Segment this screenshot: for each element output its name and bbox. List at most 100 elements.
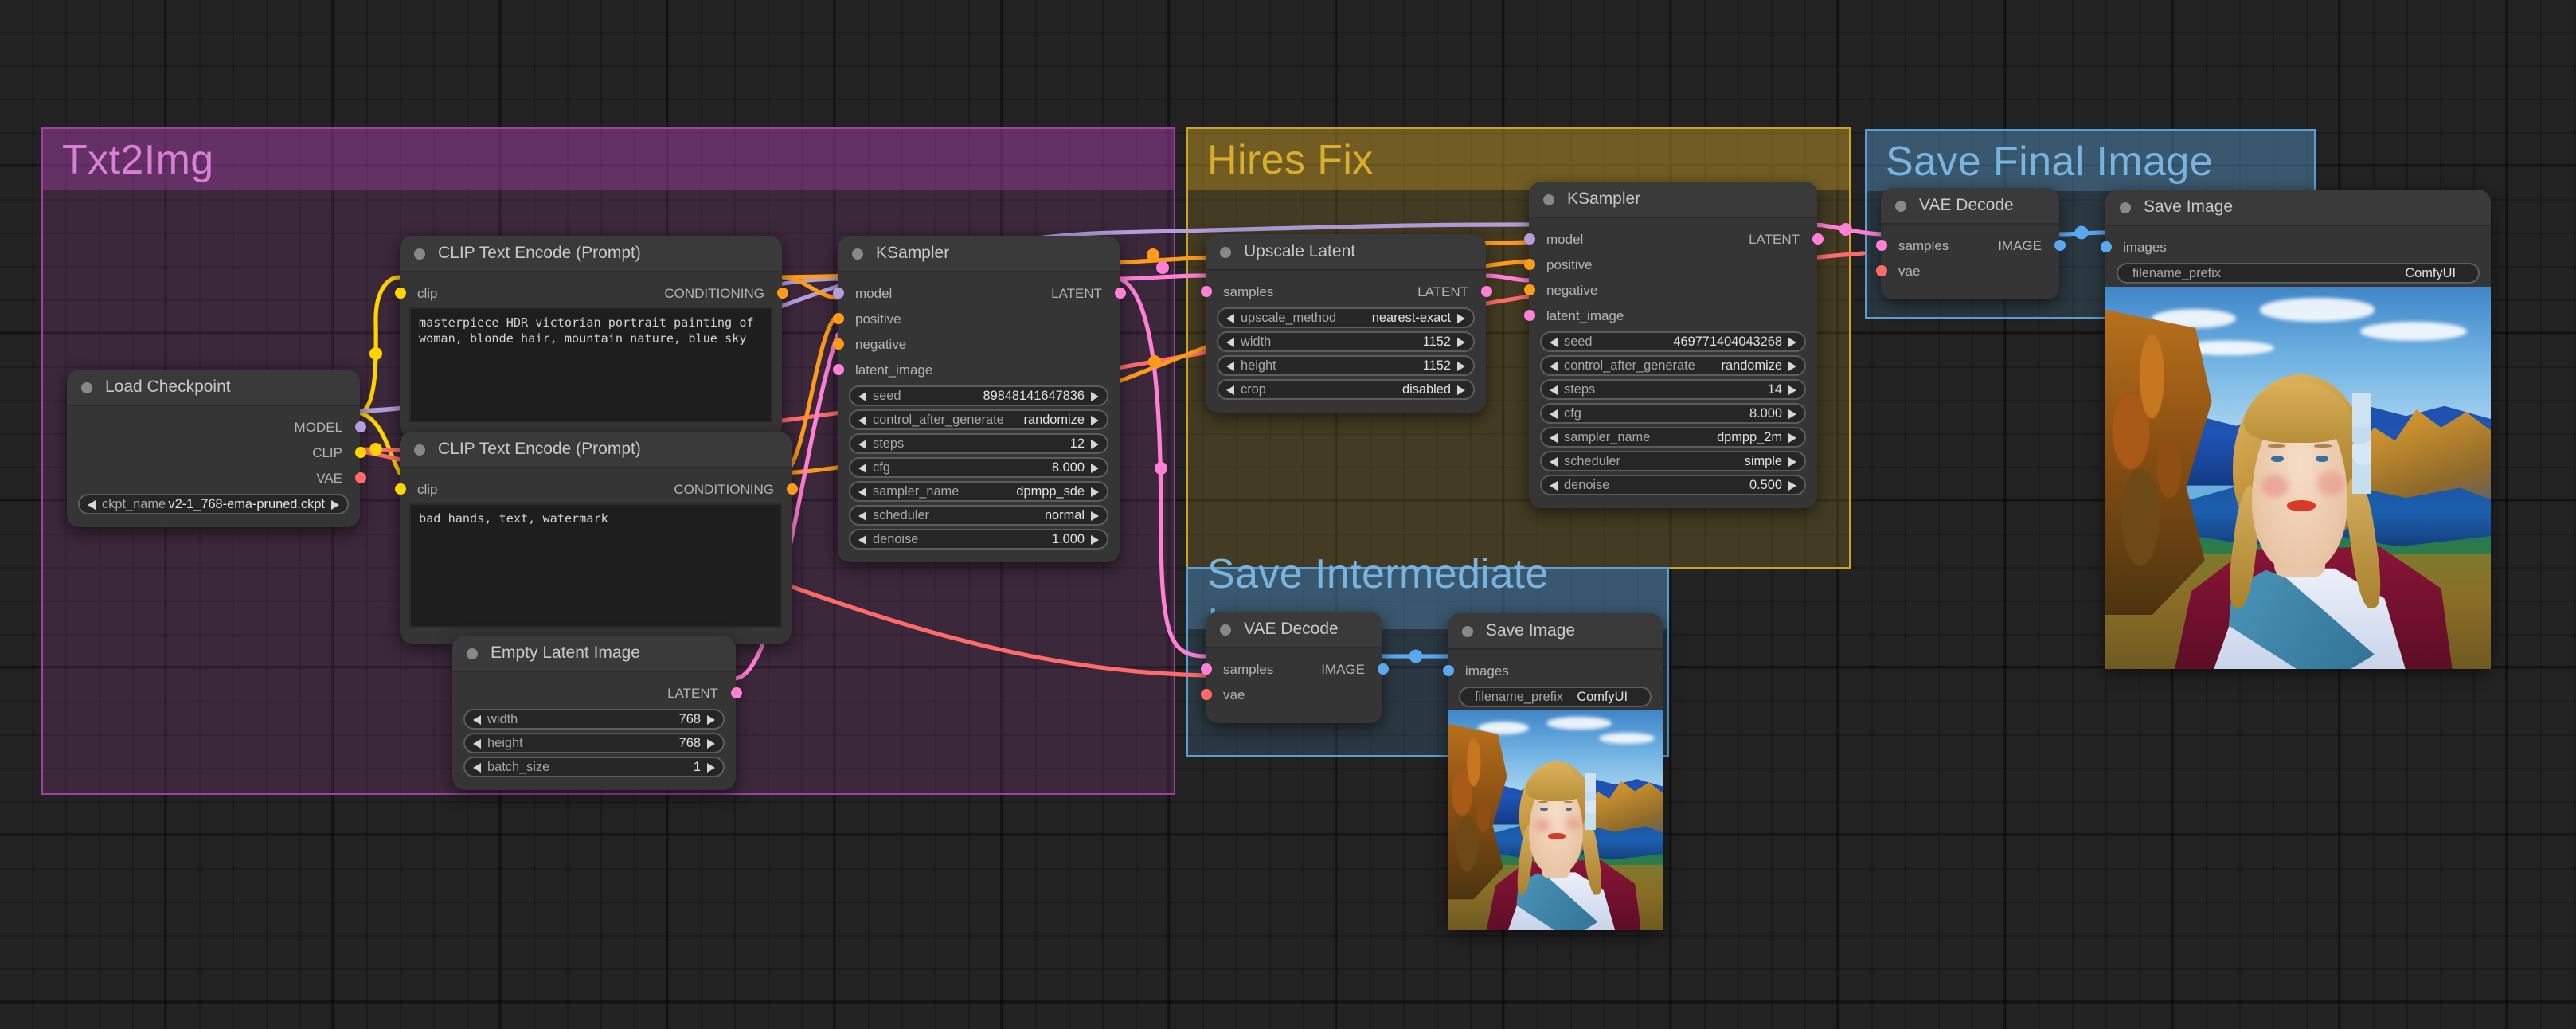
slot-row-model-latent[interactable]: model LATENT [832, 280, 1125, 306]
widget-filename-prefix[interactable]: filename_prefix ComfyUI [2117, 263, 2480, 284]
group-hires-fix-header[interactable]: Hires Fix [1188, 129, 1849, 190]
node-upscale-latent[interactable]: Upscale Latent samples LATENT upscale_me… [1200, 234, 1491, 413]
latent-port-icon[interactable] [832, 364, 843, 375]
increment-arrow-icon[interactable] [1091, 415, 1099, 425]
node-upscale-latent-header[interactable]: Upscale Latent [1206, 234, 1486, 271]
widget-value[interactable]: randomize [1722, 358, 1782, 373]
widget-value[interactable]: dpmpp_sde [1016, 484, 1085, 499]
increment-arrow-icon[interactable] [1788, 409, 1796, 418]
widget-upscale-method[interactable]: upscale_method nearest-exact [1217, 307, 1475, 328]
widget-value[interactable]: 8.000 [1749, 406, 1782, 421]
collapse-dot-icon[interactable] [414, 444, 425, 455]
increment-arrow-icon[interactable] [1091, 463, 1099, 472]
model-port-icon[interactable] [354, 421, 365, 432]
decrement-arrow-icon[interactable] [88, 499, 96, 509]
decrement-arrow-icon[interactable] [473, 762, 481, 772]
widget-value[interactable]: 1152 [1423, 358, 1451, 373]
output-slot-vae[interactable]: VAE [67, 465, 365, 491]
widget-width[interactable]: width 768 [463, 709, 725, 730]
widget-value[interactable]: 12 [1070, 436, 1085, 451]
decrement-arrow-icon[interactable] [1550, 337, 1558, 346]
vae-port-icon[interactable] [1875, 265, 1886, 276]
collapse-dot-icon[interactable] [1220, 624, 1231, 635]
image-preview-intermediate[interactable] [1448, 710, 1663, 930]
node-ksampler-hires-header[interactable]: KSampler [1529, 182, 1817, 218]
input-slot-images[interactable]: images [2100, 234, 2491, 260]
widget-steps[interactable]: steps 14 [1540, 379, 1806, 400]
clip-port-icon[interactable] [394, 483, 405, 495]
decrement-arrow-icon[interactable] [858, 415, 866, 425]
node-ksampler-base-header[interactable]: KSampler [838, 236, 1120, 272]
slot-row-clip-conditioning[interactable]: clip CONDITIONING [394, 280, 788, 306]
widget-seed[interactable]: seed 469771404043268 [1540, 331, 1806, 352]
conditioning-port-icon[interactable] [786, 483, 797, 495]
decrement-arrow-icon[interactable] [1550, 480, 1558, 490]
collapse-dot-icon[interactable] [1462, 625, 1473, 636]
widget-value[interactable]: dpmpp_2m [1717, 430, 1782, 444]
conditioning-port-icon[interactable] [1523, 284, 1534, 295]
widget-cfg[interactable]: cfg 8.000 [1540, 403, 1806, 424]
slot-row-samples-image[interactable]: samples IMAGE [1200, 656, 1388, 682]
increment-arrow-icon[interactable] [1091, 439, 1099, 448]
widget-sampler-name[interactable]: sampler_name dpmpp_2m [1540, 427, 1806, 448]
decrement-arrow-icon[interactable] [858, 463, 866, 472]
decrement-arrow-icon[interactable] [858, 439, 866, 448]
node-empty-latent-header[interactable]: Empty Latent Image [452, 636, 736, 672]
node-clip-negative-header[interactable]: CLIP Text Encode (Prompt) [400, 432, 792, 468]
increment-arrow-icon[interactable] [1788, 385, 1796, 394]
input-slot-positive[interactable]: positive [832, 306, 1120, 331]
input-slot-vae[interactable]: vae [1200, 682, 1382, 707]
node-ksampler-base[interactable]: KSampler model LATENT positive negative … [832, 236, 1125, 562]
increment-arrow-icon[interactable] [1788, 361, 1796, 370]
collapse-dot-icon[interactable] [467, 648, 478, 659]
latent-port-icon[interactable] [1200, 663, 1211, 675]
widget-value[interactable]: ComfyUI [1577, 690, 1628, 704]
collapse-dot-icon[interactable] [1895, 200, 1906, 211]
widget-height[interactable]: height 1152 [1217, 355, 1475, 376]
increment-arrow-icon[interactable] [707, 738, 715, 748]
collapse-dot-icon[interactable] [81, 381, 92, 393]
input-slot-positive[interactable]: positive [1523, 252, 1817, 277]
collapse-dot-icon[interactable] [2120, 201, 2131, 213]
collapse-dot-icon[interactable] [1543, 194, 1554, 205]
latent-port-icon[interactable] [1812, 233, 1823, 245]
widget-sampler-name[interactable]: sampler_name dpmpp_sde [849, 481, 1108, 502]
widget-value[interactable]: 1.000 [1052, 532, 1085, 546]
widget-value[interactable]: randomize [1024, 413, 1085, 427]
increment-arrow-icon[interactable] [707, 714, 715, 724]
decrement-arrow-icon[interactable] [1226, 385, 1234, 394]
conditioning-port-icon[interactable] [1523, 259, 1534, 270]
node-vae-decode-final[interactable]: VAE Decode samples IMAGE vae [1875, 188, 2065, 299]
latent-port-icon[interactable] [1200, 286, 1211, 297]
widget-steps[interactable]: steps 12 [849, 433, 1108, 454]
model-port-icon[interactable] [832, 288, 843, 299]
decrement-arrow-icon[interactable] [1550, 409, 1558, 418]
image-port-icon[interactable] [2054, 240, 2065, 251]
widget-batch-size[interactable]: batch_size 1 [463, 757, 725, 777]
decrement-arrow-icon[interactable] [1550, 456, 1558, 466]
widget-denoise[interactable]: denoise 0.500 [1540, 475, 1806, 495]
input-slot-negative[interactable]: negative [832, 331, 1120, 357]
widget-value[interactable]: normal [1045, 508, 1085, 522]
decrement-arrow-icon[interactable] [473, 714, 481, 724]
increment-arrow-icon[interactable] [1457, 385, 1465, 394]
increment-arrow-icon[interactable] [1788, 480, 1796, 490]
clip-port-icon[interactable] [354, 447, 365, 458]
output-slot-model[interactable]: MODEL [67, 414, 365, 440]
widget-value[interactable]: disabled [1402, 382, 1451, 397]
widget-crop[interactable]: crop disabled [1217, 379, 1475, 400]
node-vae-decode-final-header[interactable]: VAE Decode [1881, 188, 2059, 225]
increment-arrow-icon[interactable] [1457, 361, 1465, 370]
latent-port-icon[interactable] [1523, 310, 1534, 321]
increment-arrow-icon[interactable] [1091, 511, 1099, 520]
input-slot-latent-image[interactable]: latent_image [1523, 303, 1817, 328]
slot-row-samples-image[interactable]: samples IMAGE [1875, 233, 2065, 258]
increment-arrow-icon[interactable] [331, 499, 339, 509]
widget-denoise[interactable]: denoise 1.000 [849, 529, 1108, 550]
input-slot-vae[interactable]: vae [1875, 258, 2059, 284]
slot-row-samples-latent[interactable]: samples LATENT [1200, 279, 1491, 304]
node-ksampler-hires[interactable]: KSampler model LATENT positive negative … [1523, 182, 1823, 508]
node-vae-decode-intermediate-header[interactable]: VAE Decode [1206, 612, 1382, 648]
increment-arrow-icon[interactable] [1788, 432, 1796, 442]
increment-arrow-icon[interactable] [1091, 534, 1099, 544]
